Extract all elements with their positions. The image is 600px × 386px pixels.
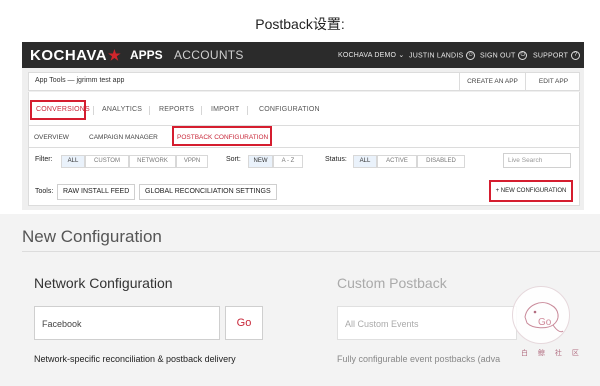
status-active[interactable]: ACTIVE	[377, 155, 417, 168]
star-icon: ★	[108, 47, 122, 63]
app-tools-title: App Tools — jgrimm test app	[35, 77, 125, 84]
custom-postback-select[interactable]: All Custom Events	[337, 306, 517, 340]
network-select[interactable]: Facebook	[34, 306, 220, 340]
sign-out-link[interactable]: SIGN OUT ⏻	[480, 51, 528, 60]
network-configuration-heading: Network Configuration	[34, 275, 173, 291]
user-menu[interactable]: JUSTIN LANDIS ☺	[409, 51, 476, 60]
tab-separator	[93, 106, 94, 115]
subtab-overview[interactable]: OVERVIEW	[34, 134, 69, 141]
user-name: JUSTIN LANDIS	[409, 52, 464, 60]
network-go-button[interactable]: Go	[225, 306, 263, 340]
sort-new[interactable]: NEW	[248, 155, 273, 168]
help-icon: ?	[571, 51, 581, 60]
main-tabs: CONVERSIONS ANALYTICS REPORTS IMPORT CON…	[28, 92, 580, 126]
power-icon: ⏻	[518, 51, 528, 60]
tab-analytics[interactable]: ANALYTICS	[102, 106, 142, 113]
account-menu-label: KOCHAVA DEMO	[338, 52, 397, 59]
global-reconciliation-settings-button[interactable]: GLOBAL RECONCILIATION SETTINGS	[139, 184, 277, 200]
app-tools-panel: App Tools — jgrimm test app CREATE AN AP…	[22, 68, 584, 210]
user-icon: ☺	[466, 51, 476, 60]
logo-text: KOCHAVA	[30, 47, 108, 64]
sign-out-label: SIGN OUT	[480, 52, 516, 60]
new-configuration-page: New Configuration Network Configuration …	[0, 214, 600, 386]
watermark-logo	[512, 286, 570, 344]
filter-custom[interactable]: CUSTOM	[85, 155, 129, 168]
tab-reports[interactable]: REPORTS	[159, 106, 194, 113]
raw-install-feed-button[interactable]: RAW INSTALL FEED	[57, 184, 136, 200]
sort-a-z[interactable]: A - Z	[273, 155, 303, 168]
filter-all[interactable]: ALL	[61, 155, 85, 168]
status-all[interactable]: ALL	[353, 155, 377, 168]
status-label: Status:	[325, 156, 347, 163]
filter-label: Filter:	[35, 156, 53, 163]
filter-network[interactable]: NETWORK	[129, 155, 176, 168]
postback-configuration-highlight	[172, 126, 272, 146]
tab-separator	[149, 106, 150, 115]
subtab-campaign-manager[interactable]: CAMPAIGN MANAGER	[89, 134, 158, 141]
tab-configuration[interactable]: CONFIGURATION	[259, 106, 320, 113]
filter-vppn[interactable]: VPPN	[176, 155, 208, 168]
tab-import[interactable]: IMPORT	[211, 106, 239, 113]
create-app-button[interactable]: CREATE AN APP	[459, 73, 525, 90]
network-description: Network-specific reconciliation & postba…	[34, 354, 236, 364]
tools-label: Tools:	[35, 188, 54, 195]
chevron-down-icon: ⌄	[398, 52, 405, 59]
kochava-logo[interactable]: KOCHAVA★	[30, 47, 121, 64]
accounts-nav-link[interactable]: ACCOUNTS	[174, 48, 244, 62]
page-title: Postback设置:	[255, 16, 345, 32]
filter-toolbar: Filter: ALL CUSTOM NETWORK VPPN Sort: NE…	[28, 148, 580, 206]
watermark-go: Go	[538, 317, 552, 328]
account-menu[interactable]: KOCHAVA DEMO ⌄	[338, 51, 404, 59]
new-configuration-title: New Configuration	[22, 227, 162, 246]
new-configuration-button[interactable]: + NEW CONFIGURATION	[489, 180, 573, 202]
support-label: SUPPORT	[533, 52, 569, 60]
top-nav-bar: KOCHAVA★ APPS ACCOUNTS KOCHAVA DEMO ⌄ JU…	[22, 42, 584, 68]
edit-app-button[interactable]: EDIT APP	[525, 73, 581, 90]
apps-nav-link[interactable]: APPS	[130, 48, 163, 62]
app-tools-bar: App Tools — jgrimm test app CREATE AN AP…	[28, 72, 580, 91]
divider	[22, 251, 600, 252]
whale-icon	[524, 302, 564, 333]
tab-separator	[247, 106, 248, 115]
tab-separator	[201, 106, 202, 115]
watermark-text: 白 鲸 社 区	[521, 350, 583, 357]
status-disabled[interactable]: DISABLED	[417, 155, 465, 168]
sort-label: Sort:	[226, 156, 241, 163]
conversions-highlight	[30, 100, 86, 120]
custom-postback-description: Fully configurable event postbacks (adva	[337, 354, 501, 364]
live-search-input[interactable]: Live Search	[503, 153, 571, 168]
sub-tabs: OVERVIEW CAMPAIGN MANAGER POSTBACK CONFI…	[28, 126, 580, 148]
custom-postback-heading: Custom Postback	[337, 275, 447, 291]
support-link[interactable]: SUPPORT?	[533, 51, 581, 60]
